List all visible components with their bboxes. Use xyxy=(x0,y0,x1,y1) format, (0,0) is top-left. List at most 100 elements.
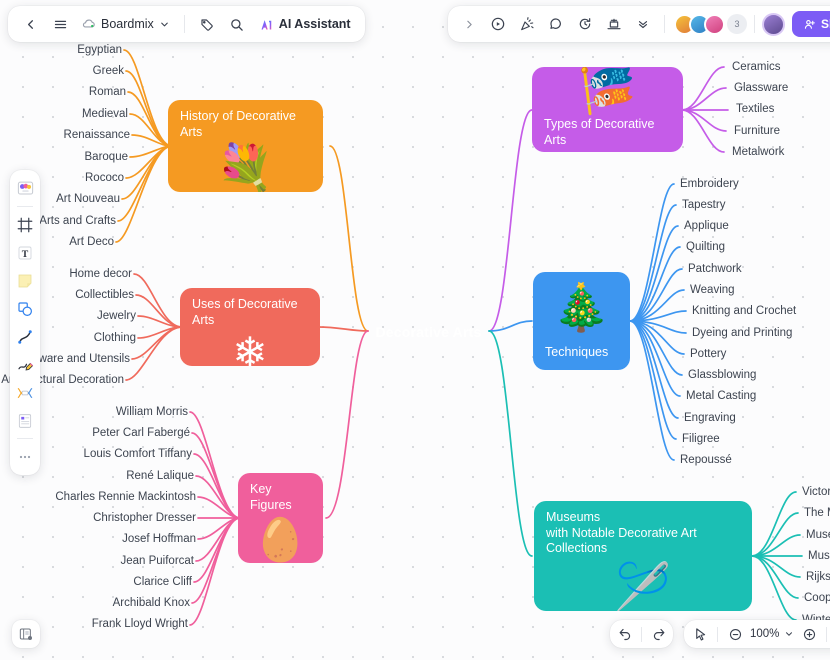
pen-icon[interactable] xyxy=(13,352,37,377)
present-button[interactable] xyxy=(600,10,628,38)
leaf-keyfig-0[interactable]: William Morris xyxy=(116,405,188,419)
leaf-types-3[interactable]: Furniture xyxy=(734,124,780,138)
leaf-history-9[interactable]: Art Deco xyxy=(69,235,114,249)
timer-icon xyxy=(579,18,591,30)
undo-button[interactable] xyxy=(614,623,636,645)
leaf-tech-1[interactable]: Tapestry xyxy=(682,198,725,212)
leaf-uses-3[interactable]: Clothing xyxy=(94,331,136,345)
timer-button[interactable] xyxy=(571,10,599,38)
mindmap-node-center[interactable]: Decorative Arts xyxy=(365,318,492,345)
comment-button[interactable] xyxy=(542,10,570,38)
select-tool-button[interactable] xyxy=(689,623,711,645)
leaf-museum-1[interactable]: The M xyxy=(804,506,830,520)
record-button[interactable] xyxy=(484,10,512,38)
leaf-types-0[interactable]: Ceramics xyxy=(732,60,781,74)
redo-button[interactable] xyxy=(647,623,669,645)
celebrate-button[interactable] xyxy=(513,10,541,38)
leaf-museum-4[interactable]: Rijksm xyxy=(806,570,830,584)
more-tools-icon[interactable] xyxy=(13,444,37,469)
ai-assistant-button[interactable]: AI Assistant xyxy=(253,10,357,38)
leaf-tech-3[interactable]: Quilting xyxy=(686,240,725,254)
search-button[interactable] xyxy=(223,10,251,38)
leaf-keyfig-1[interactable]: Peter Carl Fabergé xyxy=(92,426,190,440)
avatar[interactable] xyxy=(704,13,725,35)
current-user-avatar[interactable] xyxy=(762,12,785,36)
leaf-types-2[interactable]: Textiles xyxy=(736,102,774,116)
zoom-out-button[interactable] xyxy=(724,623,746,645)
frame-icon[interactable] xyxy=(13,212,37,237)
leaf-keyfig-7[interactable]: Jean Puiforcat xyxy=(120,554,194,568)
leaf-tech-2[interactable]: Applique xyxy=(684,219,729,233)
leaf-uses-0[interactable]: Home decor xyxy=(69,267,132,281)
leaf-uses-1[interactable]: Collectibles xyxy=(75,288,134,302)
leaf-uses-2[interactable]: Jewelry xyxy=(97,309,136,323)
mindmap-node-history[interactable]: History of Decorative Arts 💐 xyxy=(168,100,323,192)
leaf-tech-5[interactable]: Weaving xyxy=(690,283,735,297)
leaf-museum-5[interactable]: Coope xyxy=(804,591,830,605)
tag-button[interactable] xyxy=(193,10,221,38)
document-title-button[interactable]: Boardmix xyxy=(76,10,176,38)
leaf-tech-0[interactable]: Embroidery xyxy=(680,177,739,191)
collaborator-avatars[interactable]: 3 xyxy=(674,13,747,35)
zoom-in-button[interactable] xyxy=(798,623,820,645)
zoom-divider xyxy=(717,626,718,642)
flower-bouquet-icon: 💐 xyxy=(216,142,275,192)
search-icon xyxy=(231,18,244,31)
leaf-tech-11[interactable]: Engraving xyxy=(684,411,736,425)
sticky-note-icon[interactable] xyxy=(13,268,37,293)
leaf-tech-10[interactable]: Metal Casting xyxy=(686,389,756,403)
mindmap-node-uses[interactable]: Uses of Decorative Arts ❄ xyxy=(180,288,320,366)
leaf-keyfig-8[interactable]: Clarice Cliff xyxy=(133,575,192,589)
leaf-tech-13[interactable]: Repoussé xyxy=(680,453,732,467)
leaf-history-7[interactable]: Art Nouveau xyxy=(56,192,120,206)
expand-toolbar-button[interactable] xyxy=(455,10,483,38)
leaf-tech-7[interactable]: Dyeing and Printing xyxy=(692,326,792,340)
templates-icon[interactable] xyxy=(13,176,37,201)
mindmap-icon[interactable] xyxy=(13,380,37,405)
leaf-museum-3[interactable]: Museu xyxy=(808,549,830,563)
leaf-history-1[interactable]: Greek xyxy=(93,64,124,78)
leaf-keyfig-10[interactable]: Frank Lloyd Wright xyxy=(92,617,188,631)
mindmap-node-types[interactable]: Types of Decorative Arts 🎏 xyxy=(532,67,683,152)
leaf-tech-12[interactable]: Filigree xyxy=(682,432,720,446)
connector-icon[interactable] xyxy=(13,324,37,349)
leaf-keyfig-9[interactable]: Archibald Knox xyxy=(113,596,190,610)
leaf-tech-8[interactable]: Pottery xyxy=(690,347,726,361)
leaf-types-1[interactable]: Glassware xyxy=(734,81,788,95)
mindmap-node-museums[interactable]: Museums with Notable Decorative Art Coll… xyxy=(534,501,752,611)
leaf-history-3[interactable]: Medieval xyxy=(82,107,128,121)
collaborator-count[interactable]: 3 xyxy=(727,14,747,34)
leaf-history-5[interactable]: Baroque xyxy=(85,150,128,164)
leaf-keyfig-4[interactable]: Charles Rennie Mackintosh xyxy=(55,490,196,504)
leaf-tech-9[interactable]: Glassblowing xyxy=(688,368,756,382)
leaf-keyfig-5[interactable]: Christopher Dresser xyxy=(93,511,196,525)
back-button[interactable] xyxy=(16,10,44,38)
menu-button[interactable] xyxy=(46,10,74,38)
leaf-tech-4[interactable]: Patchwork xyxy=(688,262,742,276)
mindmap-node-techniques[interactable]: Techniques 🎄 xyxy=(533,272,630,370)
mindmap-node-key-figures[interactable]: Key Figures 🥚 xyxy=(238,473,323,563)
leaf-keyfig-6[interactable]: Josef Hoffman xyxy=(122,532,196,546)
text-icon[interactable]: T xyxy=(13,240,37,265)
leaf-history-0[interactable]: Egyptian xyxy=(77,43,122,57)
zoom-level-value[interactable]: 100% xyxy=(749,628,780,640)
leaf-keyfig-3[interactable]: René Lalique xyxy=(126,469,194,483)
leaf-tech-6[interactable]: Knitting and Crochet xyxy=(692,304,796,318)
toolbar-divider-2 xyxy=(664,15,665,33)
leaf-museum-0[interactable]: Victor xyxy=(802,485,830,499)
leaf-history-4[interactable]: Renaissance xyxy=(64,128,130,142)
table-icon[interactable] xyxy=(13,408,37,433)
share-button[interactable]: Share xyxy=(792,11,830,37)
panel-toggle-button[interactable] xyxy=(12,620,40,648)
zoom-dropdown-button[interactable] xyxy=(783,623,795,645)
leaf-keyfig-2[interactable]: Louis Comfort Tiffany xyxy=(84,447,192,461)
leaf-history-6[interactable]: Rococo xyxy=(85,171,124,185)
leaf-types-4[interactable]: Metalwork xyxy=(732,145,784,159)
zoom-out-icon xyxy=(729,628,741,640)
leaf-museum-2[interactable]: Musé xyxy=(806,528,830,542)
board-canvas[interactable]: Decorative Arts History of Decorative Ar… xyxy=(0,0,830,660)
leaf-history-8[interactable]: Arts and Crafts xyxy=(39,214,116,228)
more-toolbar-button[interactable] xyxy=(629,10,657,38)
leaf-history-2[interactable]: Roman xyxy=(89,85,126,99)
shapes-icon[interactable] xyxy=(13,296,37,321)
